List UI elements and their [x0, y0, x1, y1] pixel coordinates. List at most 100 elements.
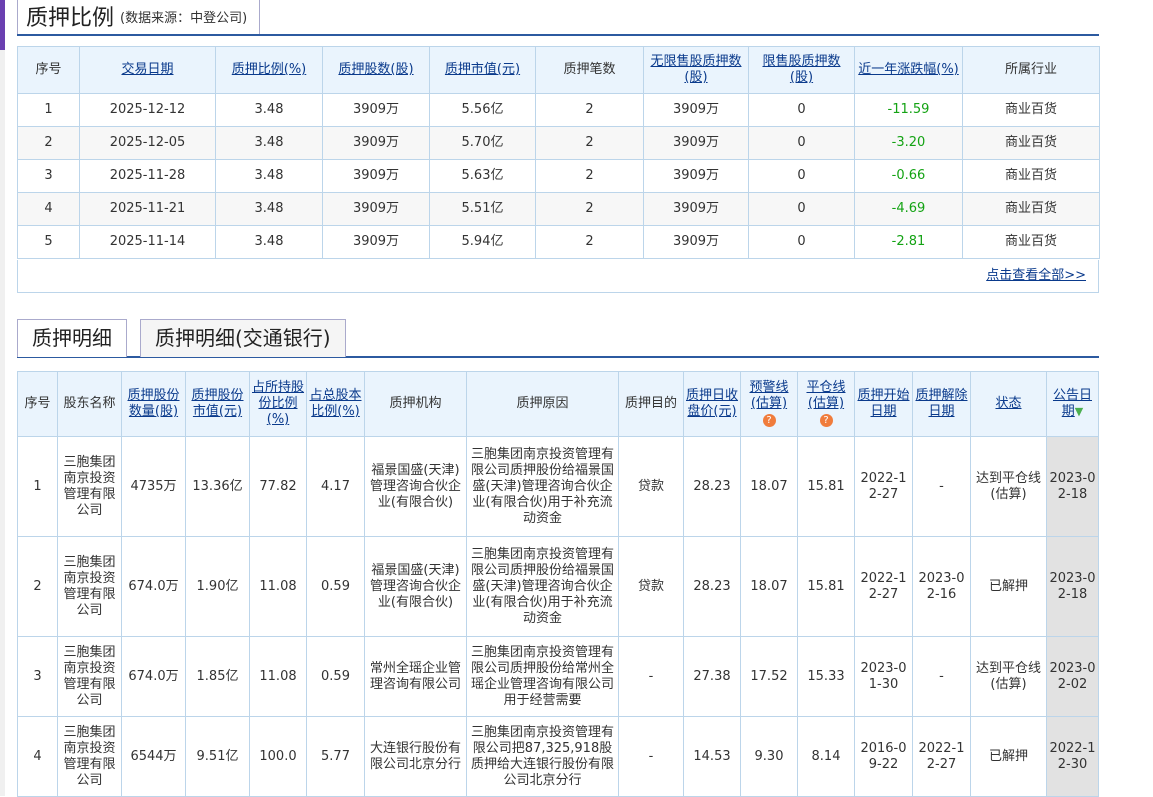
table-cell: 4: [17, 716, 58, 797]
column-header[interactable]: 质押股份市值(元): [185, 371, 250, 437]
tab-pledge-detail[interactable]: 质押明细: [17, 319, 127, 357]
column-header-label: 质押目的: [624, 396, 677, 411]
column-header[interactable]: 质押股数(股): [322, 46, 430, 94]
left-strip: [0, 50, 5, 796]
column-header[interactable]: 预警线(估算)?: [740, 371, 798, 437]
column-header[interactable]: 占总股本比例(%): [306, 371, 365, 437]
table-cell: 2: [535, 159, 644, 193]
column-header-label[interactable]: 近一年涨跌幅(%): [858, 62, 959, 77]
column-header-label[interactable]: 质押股数(股): [338, 62, 413, 77]
table-cell: 3909万: [643, 225, 749, 259]
column-header-label[interactable]: 平仓线(估算): [806, 380, 845, 411]
table-cell: 2023-01-30: [854, 636, 913, 717]
table-cell: 2: [535, 93, 644, 127]
table-cell: -: [618, 716, 684, 797]
table-cell: 2025-11-21: [79, 192, 216, 226]
table-cell: 2016-09-22: [854, 716, 913, 797]
table-cell: 三胞集团南京投资管理有限公司质押股份给常州全瑶企业管理咨询有限公司用于经营需要: [466, 636, 619, 717]
table-cell: 三胞集团南京投资管理有限公司: [57, 436, 122, 537]
table-cell: 3.48: [215, 93, 323, 127]
table-cell: 0: [748, 93, 855, 127]
table-cell: 5.94亿: [429, 225, 536, 259]
table-cell: 三胞集团南京投资管理有限公司: [57, 716, 122, 797]
column-header-label[interactable]: 公告日期: [1053, 388, 1092, 419]
column-header[interactable]: 交易日期: [79, 46, 216, 94]
table-cell: 17.52: [740, 636, 798, 717]
column-header: 质押笔数: [535, 46, 644, 94]
column-header-label[interactable]: 预警线(估算): [749, 380, 788, 411]
column-header-label[interactable]: 质押股份市值(元): [191, 388, 243, 419]
column-header[interactable]: 公告日期▼: [1046, 371, 1099, 437]
table-cell: 2: [535, 126, 644, 160]
table-cell: 27.38: [683, 636, 741, 717]
table-cell: 1.85亿: [185, 636, 250, 717]
table-cell: 2: [17, 536, 58, 637]
help-icon[interactable]: ?: [819, 414, 833, 427]
table-cell: 福景国盛(天津)管理咨询合伙企业(有限合伙): [364, 436, 467, 537]
column-header[interactable]: 限售股质押数(股): [748, 46, 855, 94]
table-cell: 4.17: [306, 436, 365, 537]
column-header-label: 序号: [35, 62, 62, 77]
table-cell: 15.33: [797, 636, 855, 717]
column-header[interactable]: 质押解除日期: [912, 371, 971, 437]
table-cell: 8.14: [797, 716, 855, 797]
table-cell: 达到平仓线(估算): [970, 636, 1047, 717]
table-cell: 15.81: [797, 436, 855, 537]
table-cell: 14.53: [683, 716, 741, 797]
table-cell: 674.0万: [121, 636, 186, 717]
column-header-label[interactable]: 质押比例(%): [232, 62, 307, 77]
table-cell: 5: [17, 225, 80, 259]
table-cell: 2022-12-27: [854, 436, 913, 537]
column-header-label[interactable]: 占总股本比例(%): [309, 388, 361, 419]
column-header-label: 所属行业: [1004, 62, 1057, 77]
table-cell: 商业百货: [962, 126, 1100, 160]
column-header: 序号: [17, 371, 58, 437]
column-header: 股东名称: [57, 371, 122, 437]
table-cell: 3909万: [643, 192, 749, 226]
tab-pledge-detail-bocom[interactable]: 质押明细(交通银行): [140, 319, 346, 357]
column-header: 质押原因: [466, 371, 619, 437]
column-header[interactable]: 平仓线(估算)?: [797, 371, 855, 437]
table-cell: 9.30: [740, 716, 798, 797]
column-header-label[interactable]: 交易日期: [121, 62, 173, 77]
pledge-ratio-table: 序号 交易日期 质押比例(%) 质押股数(股) 质押市值(元) 质押笔数 无限售股质押数(股…: [17, 46, 1100, 259]
table-cell: 3: [17, 636, 58, 717]
column-header[interactable]: 无限售股质押数(股): [643, 46, 749, 94]
table-cell: 3.48: [215, 225, 323, 259]
column-header-label: 股东名称: [63, 396, 116, 411]
column-header-label: 质押原因: [516, 396, 569, 411]
table-cell: 福景国盛(天津)管理咨询合伙企业(有限合伙): [364, 536, 467, 637]
column-header-label[interactable]: 无限售股质押数(股): [650, 54, 741, 85]
table-cell: 2023-02-02: [1046, 636, 1099, 717]
table-cell: -: [618, 636, 684, 717]
column-header-label[interactable]: 质押开始日期: [857, 388, 909, 419]
section-title: 质押比例: [26, 6, 115, 31]
column-header-label[interactable]: 限售股质押数(股): [762, 54, 840, 85]
column-header-label[interactable]: 状态: [995, 396, 1021, 411]
column-header[interactable]: 占所持股份比例(%): [249, 371, 307, 437]
table-cell: 5.63亿: [429, 159, 536, 193]
column-header-label[interactable]: 质押市值(元): [445, 62, 520, 77]
section-title-tab: 质押比例 (数据来源：中登公司): [17, 0, 261, 34]
column-header[interactable]: 状态: [970, 371, 1047, 437]
table-cell: 0: [748, 126, 855, 160]
column-header[interactable]: 质押比例(%): [215, 46, 323, 94]
help-icon[interactable]: ?: [762, 414, 776, 427]
table-cell: 3909万: [643, 159, 749, 193]
view-all-link[interactable]: 点击查看全部>>: [986, 268, 1086, 283]
table-cell: 3909万: [322, 225, 430, 259]
column-header-label[interactable]: 质押日收盘价(元): [686, 388, 738, 419]
column-header-label[interactable]: 质押股份数量(股): [127, 388, 179, 419]
column-header-label[interactable]: 质押解除日期: [915, 388, 967, 419]
sort-desc-icon[interactable]: ▼: [1075, 405, 1083, 418]
column-header[interactable]: 质押开始日期: [854, 371, 913, 437]
table-cell: -4.69: [854, 192, 963, 226]
column-header[interactable]: 质押市值(元): [429, 46, 536, 94]
column-header[interactable]: 质押股份数量(股): [121, 371, 186, 437]
table-cell: 2025-12-12: [79, 93, 216, 127]
table-cell: 18.07: [740, 436, 798, 537]
table-cell: 已解押: [970, 536, 1047, 637]
column-header[interactable]: 近一年涨跌幅(%): [854, 46, 963, 94]
column-header-label[interactable]: 占所持股份比例(%): [252, 380, 304, 427]
column-header[interactable]: 质押日收盘价(元): [683, 371, 741, 437]
